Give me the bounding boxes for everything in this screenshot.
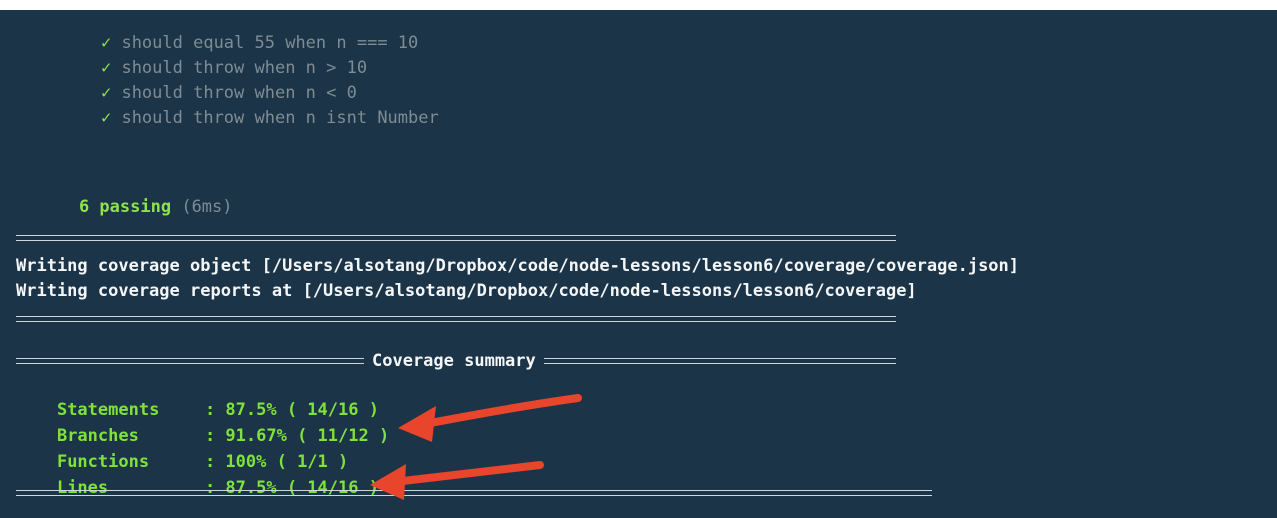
arrow-icon-branches — [398, 394, 582, 442]
terminal-window: ✓ should equal 55 when n === 10 ✓ should… — [0, 10, 1277, 518]
arrow-icon-lines — [370, 461, 544, 500]
annotation-arrows — [370, 394, 582, 500]
